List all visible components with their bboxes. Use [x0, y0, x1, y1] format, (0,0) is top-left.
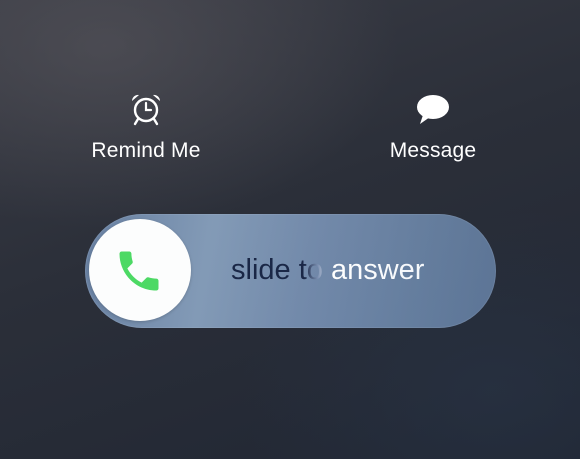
- slide-to-answer-label: slide to answer: [231, 254, 425, 286]
- alarm-clock-icon: [131, 94, 161, 126]
- slide-to-answer-track[interactable]: slide to answer: [85, 214, 496, 328]
- message-button[interactable]: Message: [353, 92, 513, 164]
- phone-icon: [119, 251, 159, 291]
- remind-me-button[interactable]: Remind Me: [66, 92, 226, 164]
- speech-bubble-icon: [417, 95, 449, 124]
- remind-me-label: Remind Me: [91, 139, 201, 162]
- answer-knob[interactable]: [89, 219, 191, 321]
- message-label: Message: [389, 139, 477, 162]
